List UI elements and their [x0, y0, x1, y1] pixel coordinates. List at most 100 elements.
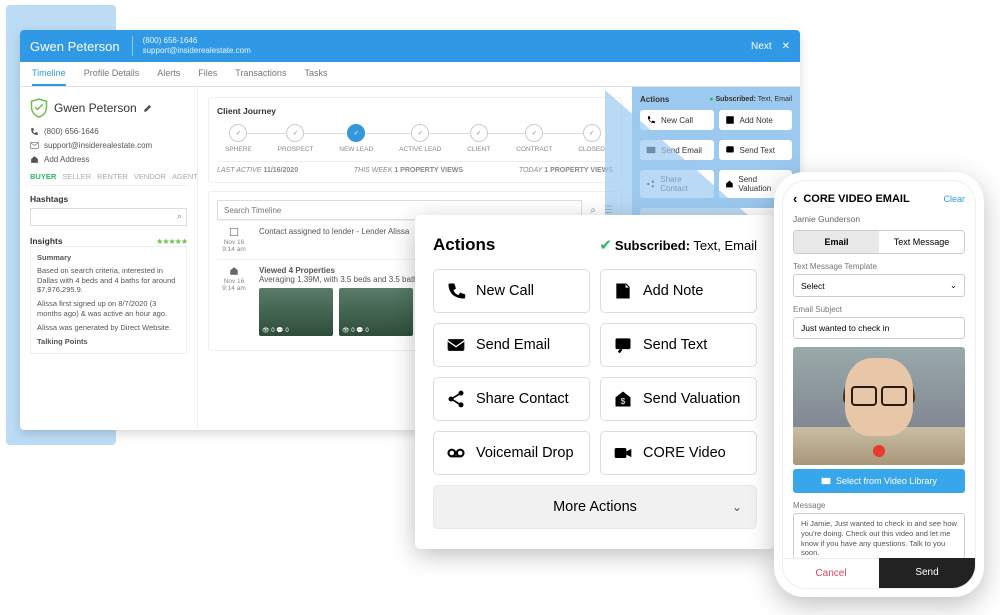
search-icon[interactable]: ⌕ — [590, 205, 596, 216]
add-address-link[interactable]: Add Address — [44, 155, 89, 164]
tab-files[interactable]: Files — [198, 68, 217, 86]
titlebar: Gwen Peterson (800) 656-1646 support@ins… — [20, 30, 800, 62]
action-add-note[interactable]: Add Note — [600, 269, 757, 313]
note-icon — [613, 281, 633, 301]
role-vendor[interactable]: VENDOR — [134, 172, 166, 181]
viewed-props-title: Viewed 4 Properties — [259, 266, 422, 275]
hashtags-title: Hashtags — [30, 194, 187, 204]
journey-step-sphere[interactable]: ✓ — [229, 124, 247, 142]
summary-2: Alissa first signed up on 8/7/2020 (3 mo… — [37, 299, 180, 319]
record-icon — [873, 445, 885, 457]
send-button[interactable]: Send — [879, 558, 975, 588]
tab-profile[interactable]: Profile Details — [84, 68, 140, 86]
subject-input[interactable]: Just wanted to check in — [793, 317, 965, 339]
verified-badge-icon — [30, 97, 48, 119]
home-icon — [30, 155, 39, 164]
journey-step-activelead[interactable]: ✓ — [411, 124, 429, 142]
chat-icon — [613, 335, 633, 355]
action-send-text[interactable]: Send Text — [600, 323, 757, 367]
more-actions-button[interactable]: More Actions⌄ — [433, 485, 757, 529]
sidebar: Gwen Peterson (800) 656-1646 support@ins… — [20, 87, 198, 429]
next-button[interactable]: Next — [751, 41, 772, 52]
timeline-entry-1: Contact assigned to lender - Lender Alis… — [259, 227, 409, 253]
action-send-valuation[interactable]: $Send Valuation — [600, 377, 757, 421]
role-agent[interactable]: AGENT — [172, 172, 198, 181]
subject-label: Email Subject — [783, 305, 975, 317]
sidebar-name: Gwen Peterson — [54, 101, 137, 115]
check-icon: ✔ — [599, 237, 612, 254]
journey-step-prospect[interactable]: ✓ — [286, 124, 304, 142]
action-voicemail-drop[interactable]: Voicemail Drop — [433, 431, 590, 475]
journey-step-client[interactable]: ✓ — [470, 124, 488, 142]
action-new-call[interactable]: New Call — [433, 269, 590, 313]
actions-pop-title: Actions — [433, 235, 495, 255]
search-icon: ⌕ — [177, 211, 182, 222]
envelope-icon — [30, 141, 39, 150]
recipient-name: Jamie Gunderson — [783, 214, 975, 230]
phone-icon — [446, 281, 466, 301]
summary-heading: Summary — [37, 253, 180, 263]
cancel-button[interactable]: Cancel — [783, 558, 879, 588]
phone-mock: ‹ CORE VIDEO EMAIL Clear Jamie Gunderson… — [774, 172, 984, 597]
talking-points-heading: Talking Points — [37, 337, 180, 347]
voicemail-icon — [446, 443, 466, 463]
titlebar-name: Gwen Peterson — [30, 39, 120, 54]
chevron-down-icon: ⌄ — [732, 500, 742, 514]
message-body[interactable]: Hi Jamie, Just wanted to check in and se… — [793, 513, 965, 559]
hashtags-input[interactable] — [30, 208, 187, 226]
actions-popout: Actions ✔Subscribed: Text, Email New Cal… — [415, 215, 775, 549]
seg-text[interactable]: Text Message — [879, 231, 964, 253]
titlebar-email: support@insiderealestate.com — [143, 46, 251, 56]
role-buyer[interactable]: BUYER — [30, 172, 56, 181]
library-icon — [821, 476, 831, 486]
clear-button[interactable]: Clear — [943, 194, 965, 204]
share-icon — [446, 389, 466, 409]
video-preview[interactable] — [793, 347, 965, 465]
valuation-icon: $ — [613, 389, 633, 409]
select-video-library-button[interactable]: Select from Video Library — [793, 469, 965, 493]
client-journey-title: Client Journey — [217, 106, 613, 116]
titlebar-contact: (800) 656-1646 support@insiderealestate.… — [132, 36, 251, 55]
summary-3: Alissa was generated by Direct Website. — [37, 323, 180, 333]
tab-tasks[interactable]: Tasks — [304, 68, 327, 86]
message-label: Message — [783, 501, 975, 513]
journey-step-newlead[interactable]: ✓ — [347, 124, 365, 142]
seg-email[interactable]: Email — [794, 231, 879, 253]
property-thumb[interactable] — [259, 288, 333, 336]
insights-card: Summary Based on search criteria, intere… — [30, 246, 187, 354]
insights-title: Insights — [30, 236, 63, 246]
sidebar-phone: (800) 656-1646 — [44, 127, 99, 136]
segment-control[interactable]: Email Text Message — [793, 230, 965, 254]
tab-transactions[interactable]: Transactions — [235, 68, 286, 86]
tab-timeline[interactable]: Timeline — [32, 68, 66, 86]
property-thumb[interactable] — [339, 288, 413, 336]
tab-alerts[interactable]: Alerts — [157, 68, 180, 86]
email-icon — [446, 335, 466, 355]
role-seller[interactable]: SELLER — [62, 172, 91, 181]
back-icon[interactable]: ‹ — [793, 191, 797, 206]
phone-icon — [30, 127, 39, 136]
template-label: Text Message Template — [783, 262, 975, 274]
home-icon — [229, 266, 239, 276]
video-icon — [613, 443, 633, 463]
chevron-down-icon: ⌄ — [950, 280, 957, 291]
action-share-contact[interactable]: Share Contact — [433, 377, 590, 421]
viewed-props-sub: Averaging 1.39M, with 3.5 beds and 3.5 b… — [259, 275, 422, 284]
edit-icon[interactable] — [143, 103, 153, 113]
role-renter[interactable]: RENTER — [97, 172, 128, 181]
close-icon[interactable]: ✕ — [782, 41, 790, 52]
template-select[interactable]: Select⌄ — [793, 274, 965, 297]
sidebar-email: support@insiderealestate.com — [44, 141, 152, 150]
main-tabs: Timeline Profile Details Alerts Files Tr… — [20, 62, 800, 87]
summary-1: Based on search criteria, interested in … — [37, 266, 180, 295]
action-send-email[interactable]: Send Email — [433, 323, 590, 367]
rating-stars-icon: ★★★★★ — [156, 237, 187, 246]
titlebar-phone: (800) 656-1646 — [143, 36, 251, 46]
journey-step-closed[interactable]: ✓ — [583, 124, 601, 142]
client-journey-panel: Client Journey ✓SPHERE ✓PROSPECT ✓NEW LE… — [208, 97, 622, 183]
action-core-video[interactable]: CORE Video — [600, 431, 757, 475]
journey-step-contract[interactable]: ✓ — [525, 124, 543, 142]
svg-text:$: $ — [621, 396, 626, 406]
note-icon — [229, 227, 239, 237]
phone-header-title: CORE VIDEO EMAIL — [803, 193, 909, 205]
